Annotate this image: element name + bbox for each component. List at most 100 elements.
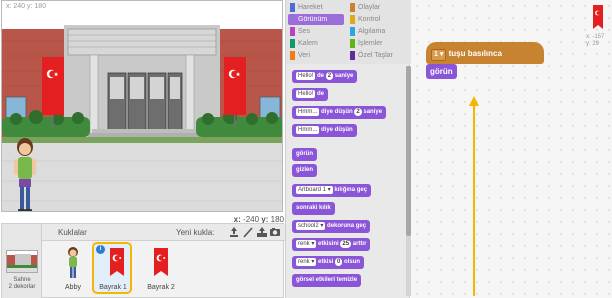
category-color-chip [290,39,295,48]
palette-block[interactable]: Hmm... diye düşün [292,124,357,137]
camera-icon[interactable] [269,226,281,238]
current-sprite-thumbnail [593,5,603,29]
category-kalem[interactable]: Kalem [288,38,344,49]
show-block[interactable]: görün [426,64,457,79]
abby-thumbnail [68,247,78,278]
block-input[interactable]: Hmm... [296,126,320,134]
block-number-input[interactable]: 2 [354,108,362,116]
category-islemler[interactable]: İşlemler [348,38,404,49]
block-text: etkisini [316,241,341,247]
paint-brush-icon[interactable] [242,226,254,238]
block-text: arttır [351,241,367,247]
category-algilama[interactable]: Algılama [348,26,404,37]
category-label: İşlemler [358,40,383,47]
sprite-y: y: 29 [586,41,600,47]
sprite-x: x: -157 [586,34,605,40]
palette-block[interactable]: school2 ▾ dekoruna geç [292,220,371,233]
category-label: Veri [298,52,311,59]
category-kontrol[interactable]: Kontrol [348,14,404,25]
sprite-tile-bayrak-2[interactable]: Bayrak 2 [142,244,180,294]
palette-block[interactable]: görsel etkileri temizle [292,274,362,287]
stage-label: Sahne 2 dekorlar [2,277,42,291]
stage-corner-coords: x: 240 y: 180 [6,3,47,10]
stage[interactable]: x: 240 y: 180 [1,0,283,212]
palette-block[interactable]: Artboard 1 ▾ kılığına geç [292,184,372,197]
category-label: Olaylar [358,4,381,11]
scripts-area[interactable]: 1 ▾ tuşu basılınca görün x: -157 y: 29 [411,0,612,298]
stage-backdrop-count: 2 dekorlar [8,284,36,290]
palette-block[interactable]: Hmm... diye düşün 2 saniye [292,106,387,119]
category-gorunum[interactable]: Görünüm [288,14,344,25]
new-sprite-label: Yeni kukla: [176,228,215,237]
block-text: saniye [361,109,383,115]
stage-name: Sahne [13,277,31,283]
block-text: diye düşün [319,109,355,115]
category-color-chip [290,51,295,60]
block-text: kılığına geç [332,187,368,193]
block-text: de [315,73,326,79]
palette-block[interactable]: gizlen [292,164,318,177]
block-input[interactable]: school2 ▾ [296,222,326,230]
hat-block-text: tuşu basılınca [446,49,502,58]
sprite-tile-abby[interactable]: Abby [54,244,92,294]
stage-thumbnail[interactable] [6,250,38,273]
category-label: Kontrol [358,16,381,23]
category-olaylar[interactable]: Olaylar [348,2,404,13]
category-label: Özel Taşlar [358,52,393,59]
stamp-icon[interactable] [228,226,240,238]
block-palette: Hareket Olaylar Görünüm Kontrol Ses Algı… [285,0,411,298]
palette-block[interactable]: renk ▾ etkisi 0 olsun [292,256,365,269]
block-text: olsun [342,259,361,265]
category-color-chip [350,15,355,24]
category-label: Algılama [358,28,386,35]
category-selector: Hareket Olaylar Görünüm Kontrol Ses Algı… [286,0,411,64]
sprites-header: Kuklalar Yeni kukla: [42,224,285,241]
upload-icon[interactable] [256,226,268,238]
palette-blocks: Hello! de 2 saniye Hello! de Hmm... diye d… [286,66,406,298]
category-color-chip [350,27,355,36]
bayrak-2-thumbnail [154,248,168,276]
block-text: diye düşün [319,127,353,133]
category-ses[interactable]: Ses [288,26,344,37]
block-input[interactable]: Artboard 1 ▾ [296,186,333,194]
scratch-editor: x: 240 y: 180 x: -240 y: 180 Sahne 2 dek… [0,0,612,298]
sprites-pane: Sahne 2 dekorlar Kuklalar Yeni kukla: Ab… [1,223,285,298]
sprite-position: x: -157 y: 29 [586,34,604,48]
category-color-chip [290,27,295,36]
block-text: etkisi [316,259,336,265]
palette-block[interactable]: Hello! de [292,88,329,101]
block-input[interactable]: renk ▾ [296,240,317,248]
category-label: Görünüm [298,16,328,23]
block-number-input[interactable]: 2 [325,72,334,80]
category-veri[interactable]: Veri [288,50,344,61]
palette-block[interactable]: görün [292,148,317,161]
block-text: de [315,91,325,97]
category-label: Hareket [298,4,323,11]
block-input[interactable]: Hello! [296,72,316,80]
block-text: görün [296,151,313,157]
key-dropdown[interactable]: 1 ▾ [431,49,447,61]
palette-block[interactable]: sonraki kılık [292,202,335,215]
palette-block[interactable]: Hello! de 2 saniye [292,70,358,83]
annotation-arrow [469,96,479,296]
category-ozel-taslar[interactable]: Özel Taşlar [348,50,404,61]
block-text: görsel etkileri temizle [296,277,358,283]
category-color-chip [350,3,355,12]
sprites-title: Kuklalar [58,228,87,237]
stage-thumbnail-image [7,251,37,272]
category-color-chip [350,39,355,48]
block-input[interactable]: Hello! [296,90,316,98]
when-key-pressed-block[interactable]: 1 ▾ tuşu basılınca [426,42,544,64]
category-hareket[interactable]: Hareket [288,2,344,13]
abby-sprite[interactable] [10,137,40,212]
block-text: saniye [333,73,354,79]
category-color-chip [350,51,355,60]
palette-block[interactable]: renk ▾ etkisini 25 arttır [292,238,371,251]
category-label: Ses [298,28,311,35]
block-input[interactable]: Hmm... [296,108,320,116]
sprite-tile-bayrak-1[interactable]: i Bayrak 1 [92,242,132,294]
block-input[interactable]: renk ▾ [296,258,317,266]
bayrak-1-thumbnail [110,248,124,276]
block-number-input[interactable]: 25 [340,240,352,248]
stage-selector[interactable]: Sahne 2 dekorlar [2,224,42,298]
